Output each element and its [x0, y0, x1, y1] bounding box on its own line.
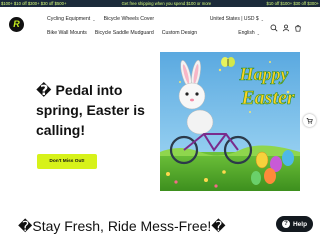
language-label: English [238, 30, 255, 36]
nav-label: Bike Wall Mounts [47, 30, 87, 36]
nav-bicycle-saddle-mudguard[interactable]: Bicycle Saddle Mudguard [95, 30, 154, 36]
chevron-down-icon: ⌄ [92, 16, 96, 22]
art-text-easter: Easter [240, 87, 295, 109]
hero-title: � Pedal into spring, Easter is calling! [36, 82, 145, 138]
brand-logo[interactable]: R [9, 17, 24, 32]
nav-bicycle-wheels-cover[interactable]: Bicycle Wheels Cover [104, 16, 154, 22]
easter-bunny-illustration: Happy Easter [160, 52, 300, 191]
site-header: R Cycling Equipment ⌄ Bicycle Wheels Cov… [0, 7, 320, 43]
help-label: Help [292, 220, 308, 228]
nav-bike-wall-mounts[interactable]: Bike Wall Mounts [47, 30, 87, 36]
nav-label: Cycling Equipment [47, 16, 91, 22]
search-icon[interactable] [270, 24, 278, 32]
nav-custom-design[interactable]: Custom Design [162, 30, 197, 36]
nav-label: Custom Design [161, 30, 198, 36]
dont-miss-out-button[interactable]: Don't Miss Out! [37, 154, 97, 169]
ticker-text-2: Get free shipping when you spend $100 or… [121, 1, 212, 6]
language-selector[interactable]: English ⌄ [238, 30, 260, 36]
currency-label: United States | USD $ [209, 16, 259, 22]
currency-selector[interactable]: United States | USD $ ⌄ [210, 16, 264, 22]
section-title: �Stay Fresh, Ride Mess-Free!� [18, 218, 226, 234]
cart-icon[interactable] [294, 24, 302, 32]
main-nav-row-1: Cycling Equipment ⌄ Bicycle Wheels Cover [47, 16, 154, 22]
chevron-down-icon: ⌄ [260, 16, 264, 22]
brand-logo-letter: R [13, 19, 20, 29]
art-text-happy: Happy [239, 64, 290, 84]
nav-label: Bicycle Saddle Mudguard [94, 30, 154, 36]
account-icon[interactable] [282, 24, 290, 32]
cart-icon [306, 118, 313, 124]
promo-ticker: $100+ $10 off $300+ $30 off $500+ Get fr… [0, 0, 320, 7]
question-icon: ? [281, 220, 290, 228]
nav-label: Bicycle Wheels Cover [103, 16, 155, 22]
help-button[interactable]: ? Help [276, 216, 313, 232]
nav-cycling-equipment[interactable]: Cycling Equipment ⌄ [47, 16, 96, 22]
ticker-text-3: $10 off $100+ $30 off $300+ [266, 1, 319, 6]
ticker-text-1: $100+ $10 off $300+ $30 off $500+ [1, 1, 67, 6]
chevron-down-icon: ⌄ [256, 30, 260, 36]
floating-cart-button[interactable] [303, 114, 316, 127]
main-nav-row-2: Bike Wall Mounts Bicycle Saddle Mudguard… [47, 30, 197, 36]
hero-text-block: � Pedal into spring, Easter is calling! [36, 80, 156, 140]
